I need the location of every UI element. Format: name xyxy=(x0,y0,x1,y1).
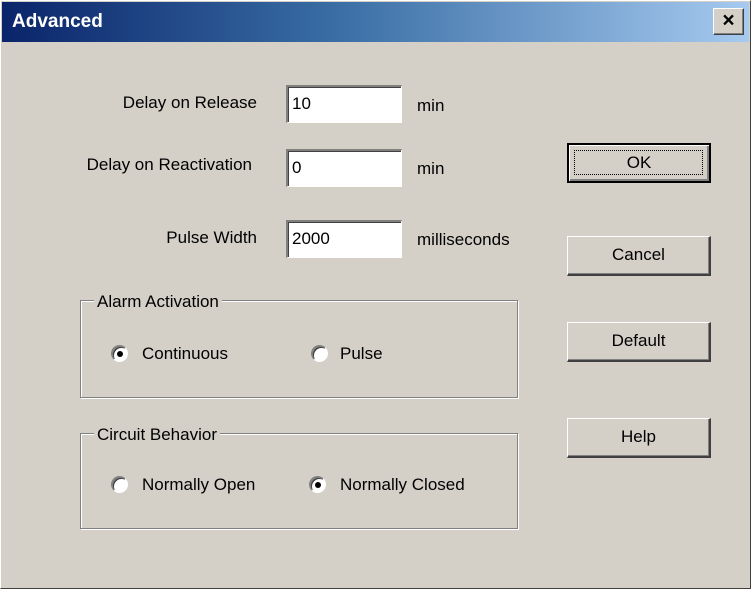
normally-open-radio[interactable] xyxy=(111,476,128,493)
delay-on-reactivation-label: Delay on Reactivation xyxy=(86,155,252,174)
cancel-button[interactable]: Cancel xyxy=(567,236,711,276)
pulse-width-input[interactable]: 2000 xyxy=(286,220,402,258)
window-title: Advanced xyxy=(12,11,103,32)
delay-on-release-unit: min xyxy=(417,96,445,115)
continuous-label[interactable]: Continuous xyxy=(142,344,228,364)
pulse-width-unit: milliseconds xyxy=(417,230,510,249)
ok-button-label: OK xyxy=(626,153,652,172)
help-button-label: Help xyxy=(621,427,656,446)
delay-on-release-input[interactable]: 10 xyxy=(286,85,402,123)
delay-on-reactivation-unit: min xyxy=(417,159,445,178)
alarm-activation-title: Alarm Activation xyxy=(94,292,222,312)
default-button[interactable]: Default xyxy=(567,322,711,362)
help-button[interactable]: Help xyxy=(567,418,711,458)
circuit-behavior-title: Circuit Behavior xyxy=(94,425,220,445)
radio-selected-dot xyxy=(117,351,123,357)
continuous-radio[interactable] xyxy=(111,345,128,362)
pulse-width-label: Pulse Width xyxy=(166,228,257,247)
delay-on-release-label: Delay on Release xyxy=(122,93,257,112)
radio-selected-dot xyxy=(315,482,321,488)
normally-closed-label[interactable]: Normally Closed xyxy=(340,475,465,495)
cancel-button-label: Cancel xyxy=(612,245,665,264)
pulse-label[interactable]: Pulse xyxy=(340,344,383,364)
normally-open-label[interactable]: Normally Open xyxy=(142,475,255,495)
ok-button[interactable]: OK xyxy=(567,143,711,183)
default-button-label: Default xyxy=(611,331,666,350)
title-bar[interactable]: Advanced × xyxy=(2,2,749,42)
normally-closed-radio[interactable] xyxy=(309,476,326,493)
advanced-dialog: Advanced × Delay on Release 10 min Delay… xyxy=(0,0,751,589)
delay-on-reactivation-input[interactable]: 0 xyxy=(286,149,402,187)
pulse-radio[interactable] xyxy=(311,345,328,362)
close-button[interactable]: × xyxy=(713,8,744,35)
